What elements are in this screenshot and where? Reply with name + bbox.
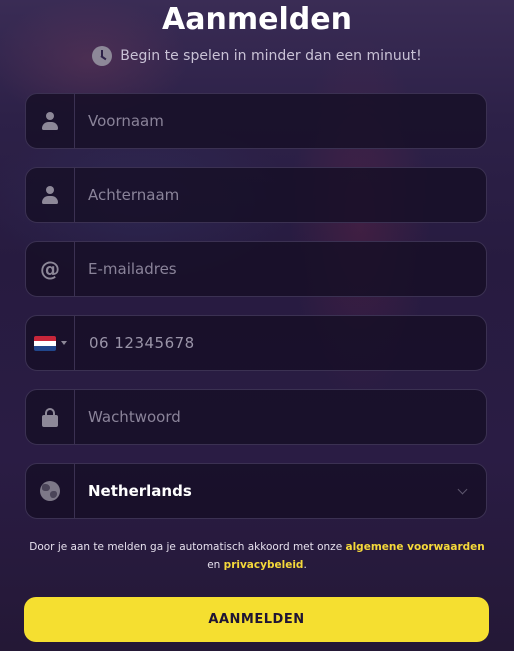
- password-field[interactable]: Wachtwoord: [25, 389, 487, 445]
- clock-icon: [92, 46, 113, 66]
- terms-prefix: Door je aan te melden ga je automatisch …: [29, 541, 343, 553]
- phone-input[interactable]: 06 12345678: [75, 334, 486, 352]
- nl-flag-icon: [33, 335, 56, 351]
- terms-conjunction: en: [207, 559, 221, 571]
- terms-link[interactable]: algemene voorwaarden: [346, 541, 485, 553]
- chevron-down-icon[interactable]: [458, 486, 468, 496]
- subtitle: Begin te spelen in minder dan een minuut…: [0, 46, 514, 66]
- terms-notice: Door je aan te melden ga je automatisch …: [20, 538, 494, 574]
- country-value: Netherlands: [88, 482, 192, 500]
- password-prefix: [26, 390, 75, 444]
- country-select[interactable]: Netherlands: [25, 463, 487, 519]
- last-name-field[interactable]: Achternaam: [25, 167, 487, 223]
- phone-field[interactable]: 06 12345678: [25, 315, 487, 371]
- country-code-selector[interactable]: [26, 316, 75, 370]
- submit-button[interactable]: AANMELDEN: [24, 597, 489, 642]
- first-name-field[interactable]: Voornaam: [25, 93, 487, 149]
- last-name-prefix: [26, 168, 75, 222]
- email-input[interactable]: E-mailadres: [75, 260, 486, 278]
- lock-icon: [41, 407, 59, 427]
- terms-suffix: .: [303, 559, 307, 571]
- first-name-input[interactable]: Voornaam: [75, 112, 486, 130]
- page-title: Aanmelden: [162, 2, 352, 37]
- at-icon: @: [40, 257, 60, 281]
- caret-down-icon: [60, 341, 67, 345]
- user-icon: [41, 185, 59, 205]
- email-prefix: @: [26, 242, 75, 296]
- email-field[interactable]: @ E-mailadres: [25, 241, 487, 297]
- privacy-link[interactable]: privacybeleid: [224, 559, 304, 571]
- user-icon: [41, 111, 59, 131]
- subtitle-text: Begin te spelen in minder dan een minuut…: [120, 48, 422, 64]
- password-input[interactable]: Wachtwoord: [75, 408, 486, 426]
- first-name-prefix: [26, 94, 75, 148]
- last-name-input[interactable]: Achternaam: [75, 186, 486, 204]
- country-prefix: [26, 464, 75, 518]
- globe-icon: [40, 481, 60, 501]
